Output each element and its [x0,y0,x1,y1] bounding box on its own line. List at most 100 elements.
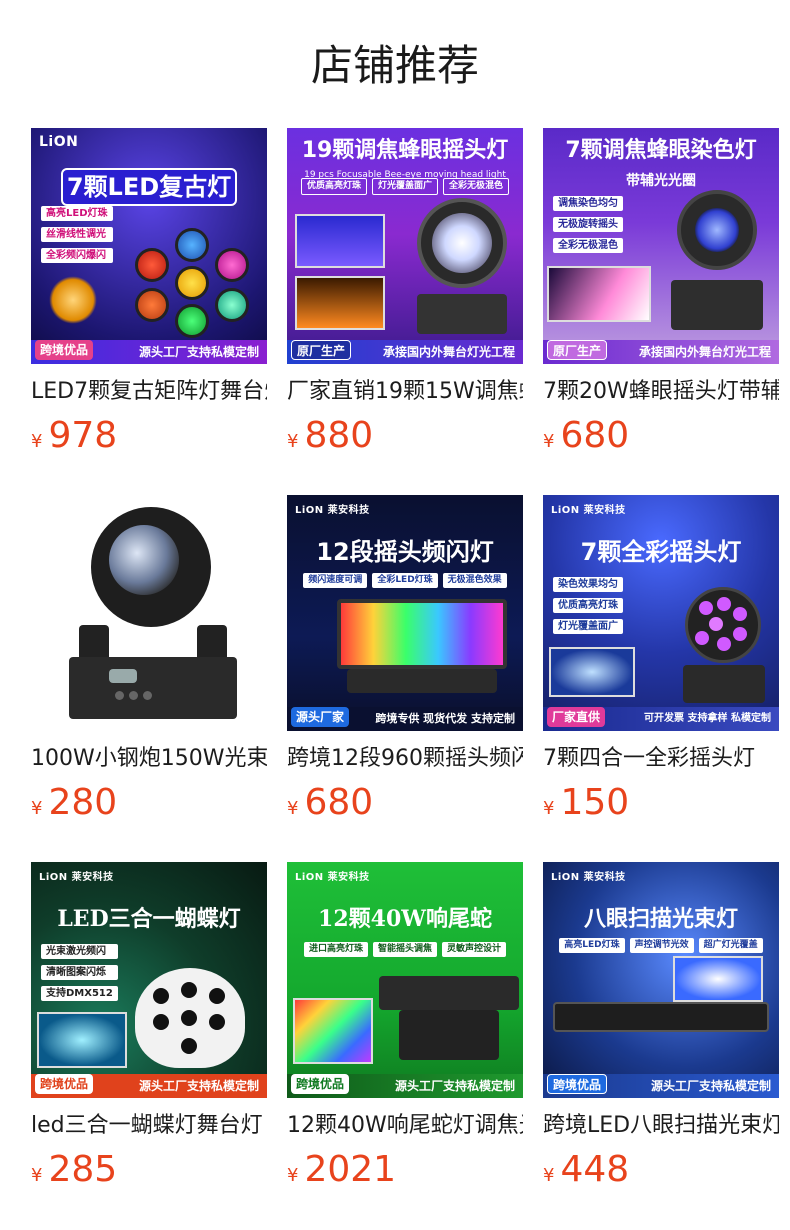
product-name[interactable]: 12颗40W响尾蛇灯调焦光束灯 [287,1106,523,1146]
product-image[interactable]: LiON 莱安科技 7颗全彩摇头灯 染色效果均匀 优质高亮灯珠 灯光覆盖面广 厂… [543,495,779,731]
currency-symbol: ¥ [543,1165,555,1186]
currency-symbol: ¥ [31,798,43,819]
product-card-2[interactable]: 19颗调焦蜂眼摇头灯 19 pcs Focusable Bee-eye movi… [287,128,523,458]
product-image[interactable]: 19颗调焦蜂眼摇头灯 19 pcs Focusable Bee-eye movi… [287,128,523,364]
retro-light-icon [135,228,255,338]
product-card-4[interactable]: 100W小钢炮150W光束摇头灯 ¥280 [31,495,267,825]
effect-preview-image [549,647,635,697]
feature-tag: 高亮LED灯珠 [559,938,625,953]
product-image[interactable]: LiON 莱安科技 八眼扫描光束灯 高亮LED灯珠 声控调节光效 超广灯光覆盖 … [543,862,779,1098]
footer-text: 跨境专供 现货代发 支持定制 [375,712,515,725]
badge: 跨境优品 [291,1074,350,1094]
brand-logo: LiON 莱安科技 [39,872,114,883]
brand-logo: LiON 莱安科技 [551,505,626,516]
product-image[interactable]: LiON 莱安科技 12颗40W响尾蛇 进口高亮灯珠 智能摇头调焦 灵敏声控设计… [287,862,523,1098]
strobe-light-icon [337,599,507,695]
product-name[interactable]: 跨境LED八眼扫描光束灯 [543,1106,779,1146]
product-card-8[interactable]: LiON 莱安科技 12颗40W响尾蛇 进口高亮灯珠 智能摇头调焦 灵敏声控设计… [287,862,523,1192]
image-headline: 19颗调焦蜂眼摇头灯 [301,138,509,163]
image-footer: 跨境优品 源头工厂支持私模定制 [31,1074,267,1098]
effect-preview-image [295,214,385,268]
image-footer: 源头厂家 跨境专供 现货代发 支持定制 [287,707,523,731]
price-value: 280 [48,782,118,823]
feature-tag: 频闪速度可调 [303,573,368,588]
image-headline: 7颗调焦蜂眼染色灯 [565,138,757,163]
product-card-9[interactable]: LiON 莱安科技 八眼扫描光束灯 高亮LED灯珠 声控调节光效 超广灯光覆盖 … [543,862,779,1192]
feature-tag: 进口高亮灯珠 [303,942,368,957]
feature-tag: 染色效果均匀 [553,577,623,592]
footer-text: 可开发票 支持拿样 私模定制 [644,713,771,724]
image-footer: 厂家直供 可开发票 支持拿样 私模定制 [543,707,779,731]
product-price: ¥680 [287,781,373,825]
product-name[interactable]: led三合一蝴蝶灯舞台灯 [31,1106,267,1146]
effect-preview-image [37,1012,127,1068]
product-image[interactable]: 7颗调焦蜂眼染色灯 带辅光光圈 调焦染色均匀 无极旋转摇头 全彩无极混色 原厂生… [543,128,779,364]
feature-tag: 无极混色效果 [442,573,507,588]
currency-symbol: ¥ [287,1165,299,1186]
price-value: 2021 [304,1149,397,1190]
price-value: 680 [560,415,630,456]
price-value: 680 [304,782,374,823]
image-headline: 7颗全彩摇头灯 [580,538,742,566]
product-grid: LiON 7颗LED复古灯 高亮LED灯珠 丝滑线性调光 全彩频闪爆闪 跨境优品… [0,0,790,1230]
image-footer: 原厂生产 承接国内外舞台灯光工程 [287,340,523,364]
currency-symbol: ¥ [287,431,299,452]
product-card-1[interactable]: LiON 7颗LED复古灯 高亮LED灯珠 丝滑线性调光 全彩频闪爆闪 跨境优品… [31,128,267,458]
badge: 原厂生产 [291,340,352,360]
product-card-3[interactable]: 7颗调焦蜂眼染色灯 带辅光光圈 调焦染色均匀 无极旋转摇头 全彩无极混色 原厂生… [543,128,779,458]
image-footer: 跨境优品 源头工厂支持私模定制 [543,1074,779,1098]
effect-preview-image [293,998,373,1064]
product-image[interactable]: LiON 7颗LED复古灯 高亮LED灯珠 丝滑线性调光 全彩频闪爆闪 跨境优品… [31,128,267,364]
moving-head-light-icon [407,198,517,338]
product-name[interactable]: 7颗四合一全彩摇头灯 [543,739,779,779]
footer-text: 源头工厂支持私模定制 [394,1079,515,1093]
badge: 跨境优品 [547,1074,608,1094]
feature-tag: 无极旋转摇头 [553,217,623,232]
product-name[interactable]: 7颗20W蜂眼摇头灯带辅光光圈 [543,372,779,412]
badge: 跨境优品 [35,340,94,360]
product-name[interactable]: 100W小钢炮150W光束摇头灯 [31,739,267,779]
product-price: ¥280 [31,781,117,825]
beam-bar-light-icon [379,976,519,1066]
feature-tag: 超广灯光覆盖 [698,938,763,953]
product-image[interactable] [31,495,267,731]
footer-text: 源头工厂支持私模定制 [650,1079,771,1093]
product-price: ¥285 [31,1148,117,1192]
brand-logo: LiON 莱安科技 [295,872,370,883]
badge: 跨境优品 [35,1074,94,1094]
footer-text: 承接国内外舞台灯光工程 [638,345,771,359]
product-name[interactable]: 厂家直销19颗15W调焦蜂眼摇头灯 [287,372,523,412]
butterfly-light-icon [135,958,245,1068]
image-headline: 12段摇头频闪灯 [316,538,494,566]
product-price: ¥448 [543,1148,629,1192]
moving-head-light-icon [671,190,771,340]
image-footer: 跨境优品 源头工厂支持私模定制 [287,1074,523,1098]
product-price: ¥2021 [287,1148,396,1192]
image-subtitle: 带辅光光圈 [626,173,696,189]
footer-text: 源头工厂支持私模定制 [138,1079,259,1093]
product-price: ¥150 [543,781,629,825]
product-card-7[interactable]: LiON 莱安科技 LED三合一蝴蝶灯 光束激光频闪 清晰图案闪烁 支持DMX5… [31,862,267,1192]
feature-tag: 智能摇头调焦 [372,942,437,957]
product-name[interactable]: 跨境12段960颗摇头频闪灯 [287,739,523,779]
feature-tag: 支持DMX512 [41,986,118,1001]
product-image[interactable]: LiON 莱安科技 12段摇头频闪灯 频闪速度可调 全彩LED灯珠 无极混色效果… [287,495,523,731]
product-name[interactable]: LED7颗复古矩阵灯舞台灯 [31,372,267,412]
currency-symbol: ¥ [31,431,43,452]
price-value: 285 [48,1149,118,1190]
brand-logo: LiON [39,134,79,150]
feature-tag: 丝滑线性调光 [41,227,113,242]
product-image[interactable]: LiON 莱安科技 LED三合一蝴蝶灯 光束激光频闪 清晰图案闪烁 支持DMX5… [31,862,267,1098]
effect-preview-image [673,956,763,1002]
feature-tag: 声控调节光效 [629,938,694,953]
product-price: ¥680 [543,414,629,458]
image-headline: 12颗40W响尾蛇 [318,906,492,932]
currency-symbol: ¥ [287,798,299,819]
currency-symbol: ¥ [31,1165,43,1186]
image-headline: 7颗LED复古灯 [60,168,238,206]
feature-tag: 灵敏声控设计 [442,942,507,957]
product-card-5[interactable]: LiON 莱安科技 12段摇头频闪灯 频闪速度可调 全彩LED灯珠 无极混色效果… [287,495,523,825]
glow-icon [49,276,97,324]
product-card-6[interactable]: LiON 莱安科技 7颗全彩摇头灯 染色效果均匀 优质高亮灯珠 灯光覆盖面广 厂… [543,495,779,825]
effect-preview-image [295,276,385,330]
